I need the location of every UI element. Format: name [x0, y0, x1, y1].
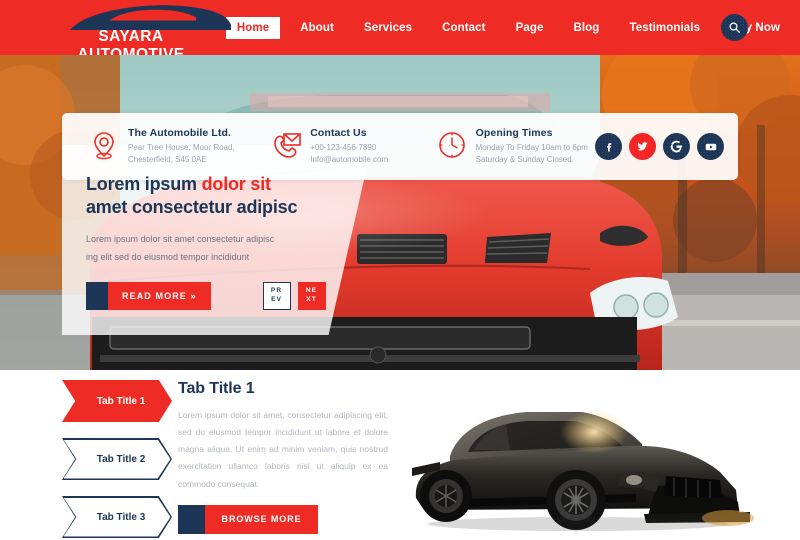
- social-facebook[interactable]: [595, 133, 622, 160]
- tab-item-2[interactable]: Tab Title 2: [62, 438, 172, 480]
- browse-more-accent-block: [178, 504, 205, 534]
- tab-item-3[interactable]: Tab Title 3: [62, 496, 172, 538]
- info-title-hours: Opening Times: [475, 127, 553, 140]
- facebook-icon: [606, 142, 611, 151]
- hero-subtitle-line1: Lorem ipsum dolor sit amet consectetur a…: [86, 234, 275, 244]
- tab-item-3-label: Tab Title 3: [96, 511, 146, 523]
- read-more-button[interactable]: READ MORE »: [86, 282, 211, 310]
- slider-next-label-a: NE: [305, 287, 318, 295]
- tab-item-1[interactable]: Tab Title 1: [62, 380, 172, 422]
- hero-actions: READ MORE » PR EV NE XT: [86, 282, 374, 310]
- hero-section: The Automobile Ltd. Pear Tree House, Moo…: [0, 55, 800, 370]
- clock-icon: [438, 132, 465, 159]
- youtube-icon: [705, 143, 716, 150]
- tab-panel-car-image: [412, 410, 754, 531]
- slider-next-label-b: XT: [306, 296, 317, 303]
- browse-more-label: BROWSE MORE: [205, 504, 318, 534]
- tab-panel-paragraph: Lorem ipsum dolor sit amet, consectetur …: [178, 410, 388, 489]
- info-hours-line1: Monday To Friday 10am to 6pm: [475, 143, 588, 153]
- info-title-address: The Automobile Ltd.: [128, 127, 231, 140]
- hero-title: Lorem ipsum dolor sit amet consectetur a…: [86, 173, 374, 218]
- twitter-icon: [637, 142, 648, 151]
- nav-item-testimonials[interactable]: Testimonials: [619, 17, 710, 39]
- logo[interactable]: SAYARA AUTOMOTIVE: [52, 0, 231, 63]
- site-header: SAYARA AUTOMOTIVE Home About Services Co…: [0, 0, 800, 63]
- nav-item-blog[interactable]: Blog: [563, 17, 609, 39]
- tab-panel: Tab Title 1 Lorem ipsum dolor sit amet, …: [178, 380, 388, 534]
- hero-subtitle: Lorem ipsum dolor sit amet consectetur a…: [86, 230, 321, 266]
- hero-title-part1: Lorem ipsum: [86, 174, 202, 194]
- nav-item-page[interactable]: Page: [506, 17, 554, 39]
- social-links: [595, 133, 724, 160]
- social-twitter[interactable]: [629, 133, 656, 160]
- info-hours-line2: Saturday & Sunday Closed.: [475, 155, 574, 164]
- slider-prev-label-a: PR: [270, 287, 283, 295]
- search-button[interactable]: [721, 14, 748, 41]
- slider-prev-label-b: EV: [271, 296, 283, 303]
- search-icon: [729, 22, 741, 34]
- slider-controls: PR EV NE XT: [262, 282, 326, 310]
- social-youtube[interactable]: [697, 133, 724, 160]
- tab-list: Tab Title 1 Tab Title 2 Tab Title 3: [62, 380, 172, 540]
- main-nav: Home About Services Contact Page Blog Te…: [225, 16, 800, 39]
- info-block-hours: Opening Times Monday To Friday 10am to 6…: [436, 127, 595, 165]
- social-google[interactable]: [663, 133, 690, 160]
- slider-next-button[interactable]: NE XT: [297, 282, 326, 310]
- google-icon: [670, 140, 683, 153]
- read-more-label: READ MORE »: [108, 282, 211, 310]
- read-more-accent-block: [86, 282, 108, 310]
- hero-subtitle-line2: ing elit sed do eiusmod tempor incididun…: [86, 252, 250, 262]
- info-title-contact: Contact Us: [310, 127, 367, 140]
- hero-title-accent: dolor sit: [201, 174, 271, 194]
- tab-item-2-label: Tab Title 2: [96, 453, 146, 465]
- nav-item-services[interactable]: Services: [354, 17, 422, 39]
- hero-slide-content: Lorem ipsum dolor sit amet consectetur a…: [62, 145, 392, 335]
- tab-panel-heading: Tab Title 1: [178, 380, 255, 397]
- hero-title-part2: amet consectetur adipisc: [86, 196, 298, 217]
- tabs-section: Tab Title 1 Tab Title 2 Tab Title 3 Tab …: [0, 370, 800, 540]
- nav-item-about[interactable]: About: [290, 17, 344, 39]
- slider-prev-button[interactable]: PR EV: [262, 282, 291, 310]
- browse-more-button[interactable]: BROWSE MORE: [178, 504, 318, 534]
- nav-item-contact[interactable]: Contact: [432, 17, 496, 39]
- page-root: SAYARA AUTOMOTIVE Home About Services Co…: [0, 0, 800, 540]
- tab-item-1-label: Tab Title 1: [96, 395, 146, 407]
